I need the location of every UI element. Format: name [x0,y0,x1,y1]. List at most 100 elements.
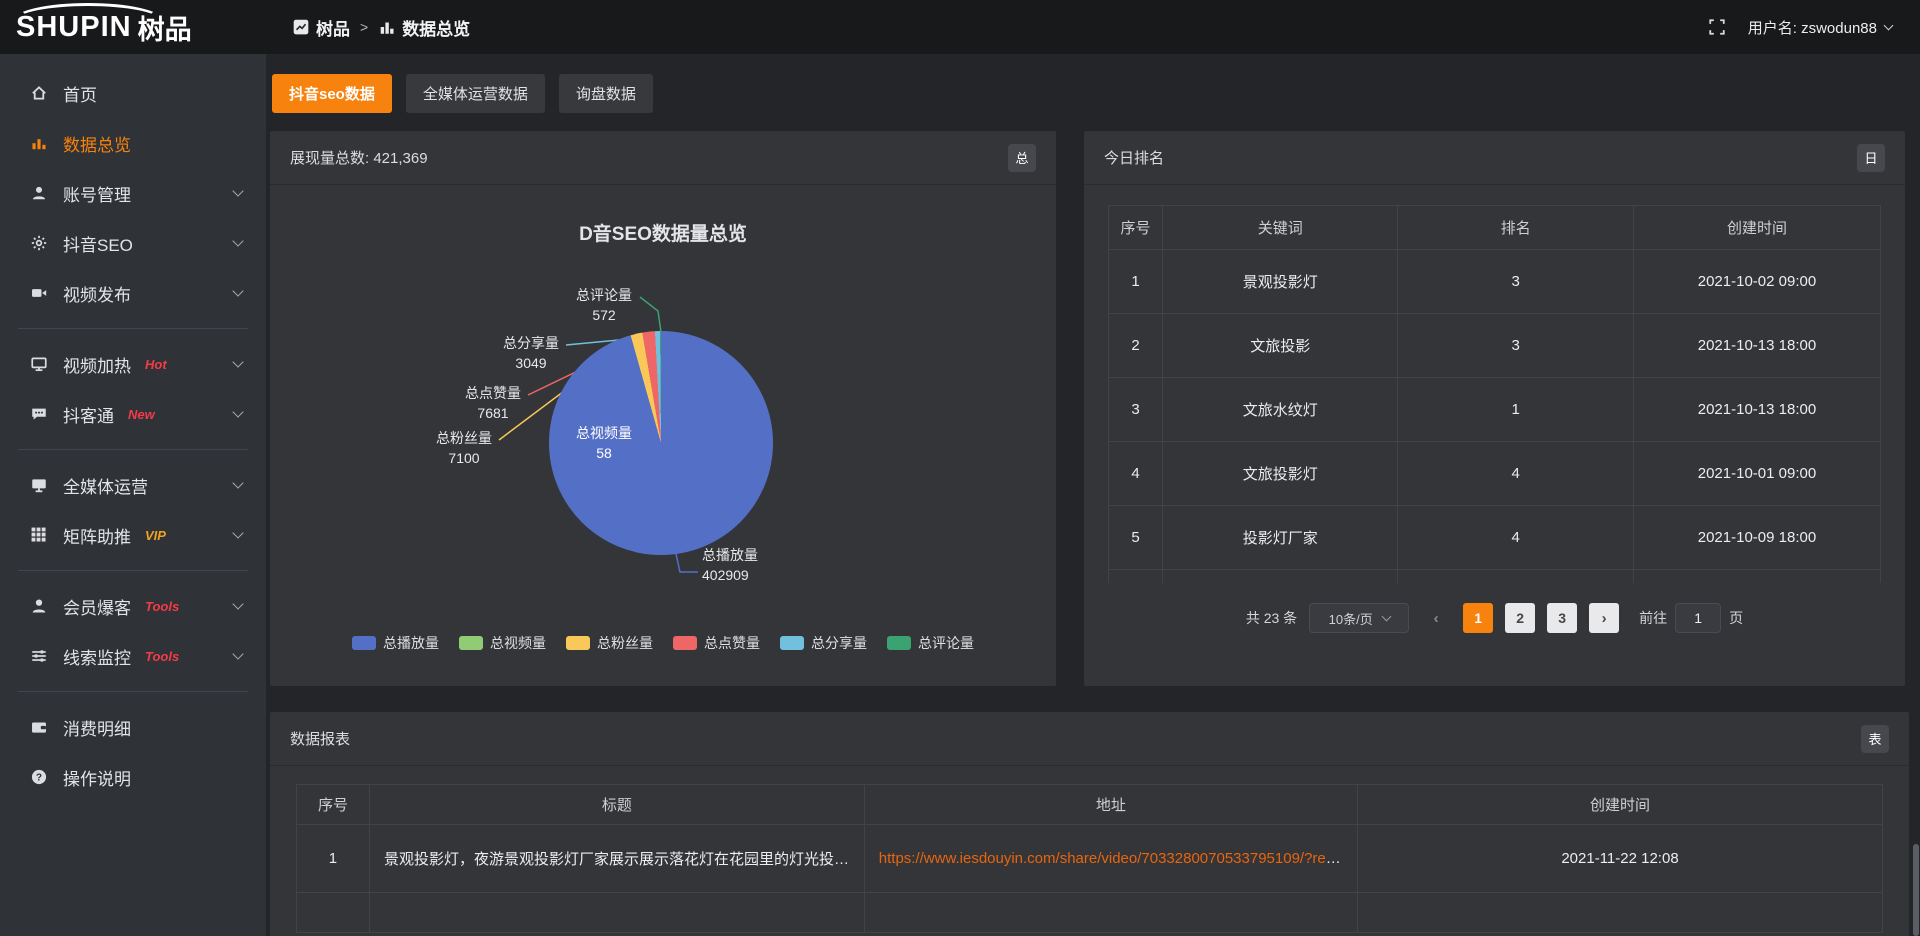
sidebar-item-chat[interactable]: 抖客通New [0,389,266,439]
app-logo: SHUPIN 树品 [0,0,266,54]
pie-label-like: 总点赞量7681 [465,383,521,423]
legend-item[interactable]: 总播放量 [352,633,439,653]
sidebar-item-question[interactable]: ?操作说明 [0,752,266,802]
breadcrumb-item[interactable]: 树品 [292,15,350,40]
page-button-3[interactable]: 3 [1547,603,1577,633]
video-link[interactable]: https://www.iesdouyin.com/share/video/70… [879,850,1358,867]
prev-page-button[interactable]: ‹ [1421,603,1451,633]
legend-item[interactable]: 总分享量 [780,633,867,653]
breadcrumb-item[interactable]: 数据总览 [378,15,470,40]
column-header: 序号 [1109,206,1163,250]
tab-全媒体运营数据[interactable]: 全媒体运营数据 [406,74,545,113]
column-header: 地址 [864,785,1357,825]
page-button-2[interactable]: 2 [1505,603,1535,633]
chevron-down-icon [232,527,243,538]
legend-swatch [673,636,697,650]
sidebar-item-screen[interactable]: 全媒体运营 [0,460,266,510]
gear-icon [30,234,49,253]
sidebar-item-person[interactable]: 会员爆客 Tools [0,581,266,631]
report-table-wrap: 序号标题地址创建时间 1景观投影灯，夜游景观投影灯厂家展示展示落花灯在花园里的灯… [296,784,1883,933]
next-page-button[interactable]: › [1589,603,1619,633]
goto-page-input[interactable] [1675,603,1721,633]
page-button-1[interactable]: 1 [1463,603,1493,633]
table-cell: 投影灯厂家 [1163,506,1398,570]
page-size-select[interactable]: 10条/页 [1309,603,1409,633]
legend-swatch [780,636,804,650]
breadcrumb-separator: > [360,19,368,35]
sidebar-item-label: 抖音SEO [63,231,133,256]
column-header: 创建时间 [1358,785,1883,825]
goto-page: 前往页 [1639,603,1743,633]
chevron-down-icon [1884,21,1894,31]
chevron-down-icon [232,598,243,609]
sidebar-divider [18,691,248,692]
tab-抖音seo数据[interactable]: 抖音seo数据 [272,74,392,113]
table-row-clipped [297,893,1883,933]
sidebar-item-home[interactable]: 首页 [0,68,266,118]
legend-item[interactable]: 总评论量 [887,633,974,653]
sidebar-badge: Tools [145,599,179,614]
home-icon [30,84,49,103]
legend-item[interactable]: 总点赞量 [673,633,760,653]
sidebar-item-label: 矩阵助推 [63,523,131,548]
ranking-panel: 今日排名 日 序号关键词排名创建时间 1景观投影灯32021-10-02 09:… [1084,131,1905,686]
goto-suffix: 页 [1729,608,1743,628]
sidebar-item-video[interactable]: 视频发布 [0,268,266,318]
table-cell: 2021-10-01 09:00 [1633,442,1880,506]
sidebar-item-label: 线索监控 [63,644,131,669]
sidebar-item-chart[interactable]: 数据总览 [0,118,266,168]
chevron-down-icon [1381,612,1391,622]
sidebar-divider [18,570,248,571]
chevron-down-icon [232,648,243,659]
svg-text:?: ? [36,772,42,783]
column-header: 标题 [369,785,864,825]
table-cell: 1 [1398,378,1633,442]
sidebar-item-wallet[interactable]: 消费明细 [0,702,266,752]
sidebar-item-user[interactable]: 账号管理 [0,168,266,218]
table-row: 1景观投影灯32021-10-02 09:00 [1109,250,1881,314]
legend-item[interactable]: 总视频量 [459,633,546,653]
topbar: 树品 > 数据总览 用户名: zswodun88 [266,0,1920,54]
column-header: 创建时间 [1633,206,1880,250]
table-cell: 4 [1398,442,1633,506]
pagination-total: 共 23 条 [1246,608,1297,628]
report-panel: 数据报表 表 序号标题地址创建时间 1景观投影灯，夜游景观投影灯厂家展示展示落花… [270,712,1909,936]
table-cell: 2021-11-22 12:08 [1358,825,1883,893]
topbar-right: 用户名: zswodun88 [1708,17,1892,38]
pagination: 共 23 条 10条/页 ‹ 123 › 前往页 [1084,603,1905,633]
sidebar-item-label: 会员爆客 [63,594,131,619]
table-cell: 1 [1109,250,1163,314]
tab-询盘数据[interactable]: 询盘数据 [559,74,653,113]
sidebar-item-monitor[interactable]: 视频加热 Hot [0,339,266,389]
user-menu[interactable]: 用户名: zswodun88 [1748,17,1892,38]
sidebar-item-sliders[interactable]: 线索监控Tools [0,631,266,681]
person-icon [30,597,49,616]
legend-swatch [459,636,483,650]
legend-item[interactable]: 总粉丝量 [566,633,653,653]
chevron-down-icon [232,477,243,488]
table-cell: 3 [1398,250,1633,314]
scrollbar-thumb[interactable] [1913,844,1919,936]
report-badge[interactable]: 表 [1861,725,1889,753]
chevron-down-icon [232,406,243,417]
sidebar-item-gear[interactable]: 抖音SEO [0,218,266,268]
table-row: 1景观投影灯，夜游景观投影灯厂家展示展示落花灯在花园里的灯光投影应用效果 #ht… [297,825,1883,893]
ranking-table-wrap: 序号关键词排名创建时间 1景观投影灯32021-10-02 09:002文旅投影… [1108,205,1881,583]
sidebar-item-grid[interactable]: 矩阵助推VIP [0,510,266,560]
table-cell: 4 [1109,442,1163,506]
table-cell: 5 [1109,506,1163,570]
overview-badge[interactable]: 总 [1008,144,1036,172]
sidebar-badge: Hot [145,357,167,372]
legend-label: 总播放量 [383,633,439,653]
fullscreen-icon[interactable] [1708,18,1726,36]
chevron-down-icon [232,356,243,367]
table-cell: 文旅投影灯 [1163,442,1398,506]
table-row-clipped [1109,570,1881,584]
legend-swatch [887,636,911,650]
sidebar-item-label: 视频加热 [63,352,131,377]
breadcrumb: 树品 > 数据总览 [292,15,470,40]
table-row: 3文旅水纹灯12021-10-13 18:00 [1109,378,1881,442]
sidebar-item-label: 数据总览 [63,131,131,156]
chevron-down-icon [232,185,243,196]
ranking-badge[interactable]: 日 [1857,144,1885,172]
